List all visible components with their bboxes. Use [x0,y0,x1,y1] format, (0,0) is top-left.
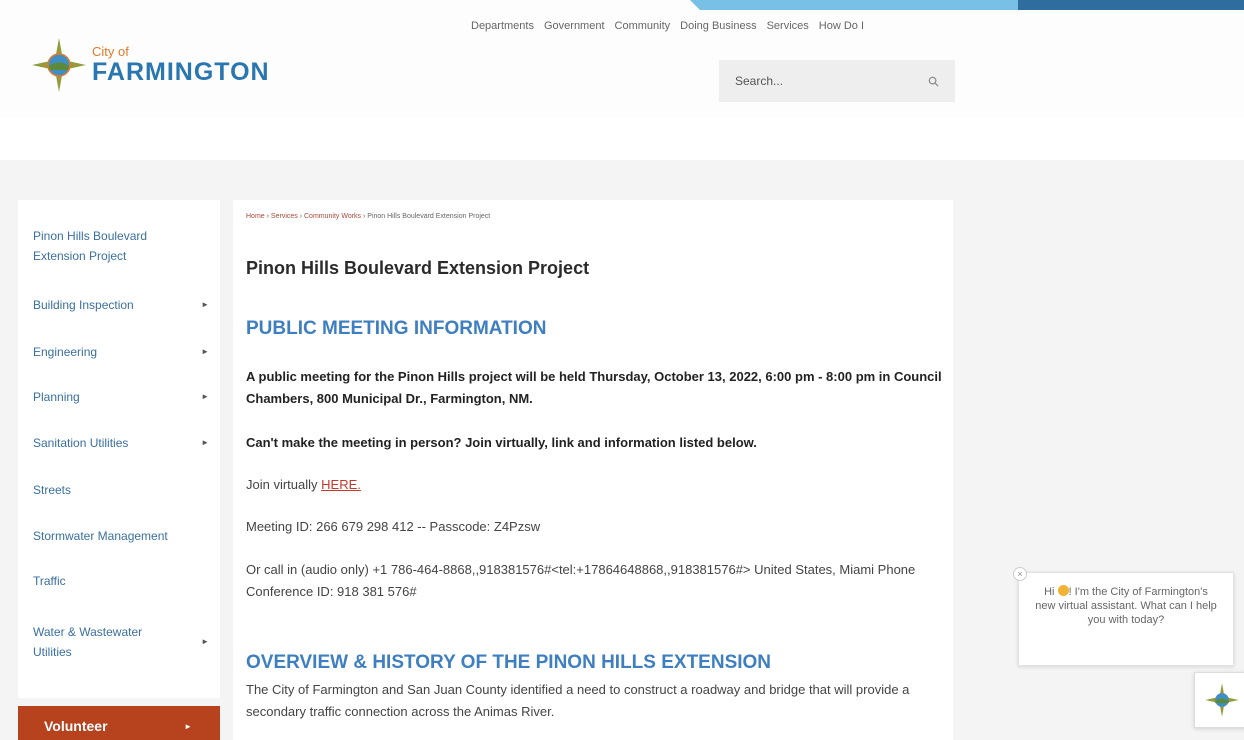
search-icon[interactable] [928,76,939,87]
sidebar-item-streets[interactable]: Streets [33,480,213,500]
sidebar-item-planning[interactable]: Planning ► [33,387,213,407]
main-content: Home › Services › Community Works › Pino… [233,200,953,740]
sidebar-nav: Pinon Hills Boulevard Extension Project … [18,200,220,698]
sidebar-item-label: Building Inspection [33,298,134,312]
overview-text: The City of Farmington and San Juan Coun… [246,682,910,719]
city-logo[interactable]: City of FARMINGTON [30,36,270,94]
join-virtually-link[interactable]: HERE. [321,477,361,492]
search-box [719,60,955,102]
chat-greeting-start: Hi [1044,586,1058,598]
nav-departments[interactable]: Departments [471,20,534,32]
join-virtually-label: Join virtually [246,477,322,492]
breadcrumb-home[interactable]: Home [246,213,265,220]
volunteer-label: Volunteer [44,718,108,734]
top-navigation: Departments Government Community Doing B… [471,20,864,32]
sidebar-item-water-wastewater[interactable]: Water & Wastewater Utilities ► [33,622,213,662]
sidebar-item-label: Planning [33,390,80,404]
join-virtually-text: Join virtually HERE. [246,474,946,496]
sidebar-item-label: Traffic [33,574,66,588]
breadcrumb-services[interactable]: Services [271,213,298,220]
close-icon[interactable]: × [1013,567,1027,581]
nav-doing-business[interactable]: Doing Business [680,20,756,32]
sidebar-item-label: Sanitation Utilities [33,436,129,450]
nav-how-do-i[interactable]: How Do I [819,20,864,32]
logo-city-name: FARMINGTON [92,58,270,86]
breadcrumb: Home › Services › Community Works › Pino… [246,213,491,220]
sidebar-item-stormwater-management[interactable]: Stormwater Management [33,526,213,546]
header-band [0,118,1244,160]
sidebar-item-traffic[interactable]: Traffic [33,571,213,591]
call-in-text: Or call in (audio only) +1 786-464-8868,… [246,562,916,599]
volunteer-button[interactable]: Volunteer ► [18,706,220,740]
meeting-id-text: Meeting ID: 266 679 298 412 -- Passcode:… [246,519,541,534]
top-accent-bar [690,0,1244,10]
sidebar-item-label: Streets [33,483,72,497]
nav-community[interactable]: Community [615,20,671,32]
chevron-right-icon: ► [201,438,209,447]
nav-services[interactable]: Services [767,20,809,32]
sidebar-item-label: Pinon Hills Boulevard Extension Project [33,229,148,263]
chevron-right-icon: ► [201,347,209,356]
breadcrumb-current: Pinon Hills Boulevard Extension Project [367,213,491,220]
sidebar-item-building-inspection[interactable]: Building Inspection ► [33,295,213,315]
sidebar-item-label: Water & Wastewater Utilities [33,625,143,659]
overview-heading: OVERVIEW & HISTORY OF THE PINON HILLS EX… [246,652,772,673]
nav-government[interactable]: Government [544,20,605,32]
smiley-icon [1057,585,1069,596]
meeting-notice: A public meeting for the Pinon Hills pro… [246,369,942,406]
page-title: Pinon Hills Boulevard Extension Project [246,258,590,278]
chat-launcher-button[interactable] [1194,672,1244,728]
city-emblem-icon [32,38,86,92]
breadcrumb-community-works[interactable]: Community Works [304,213,361,220]
chevron-right-icon: ► [184,721,192,731]
chevron-right-icon: ► [201,392,209,401]
sidebar-item-sanitation-utilities[interactable]: Sanitation Utilities ► [33,433,213,453]
chevron-right-icon: ► [201,637,209,646]
logo-city-of: City of [92,44,129,59]
city-emblem-icon [1205,683,1239,717]
virtual-attendance-note: Can't make the meeting in person? Join v… [246,435,757,450]
sidebar-item-label: Stormwater Management [33,529,168,543]
chat-bubble[interactable]: × Hi ! I'm the City of Farmington's new … [1013,567,1234,666]
sidebar-item-label: Engineering [33,345,98,359]
search-input[interactable] [735,74,915,88]
chevron-right-icon: ► [201,300,209,309]
sidebar-item-pinon-hills[interactable]: Pinon Hills Boulevard Extension Project [33,226,213,266]
meeting-heading: PUBLIC MEETING INFORMATION [246,318,547,339]
sidebar-item-engineering[interactable]: Engineering ► [33,342,213,362]
